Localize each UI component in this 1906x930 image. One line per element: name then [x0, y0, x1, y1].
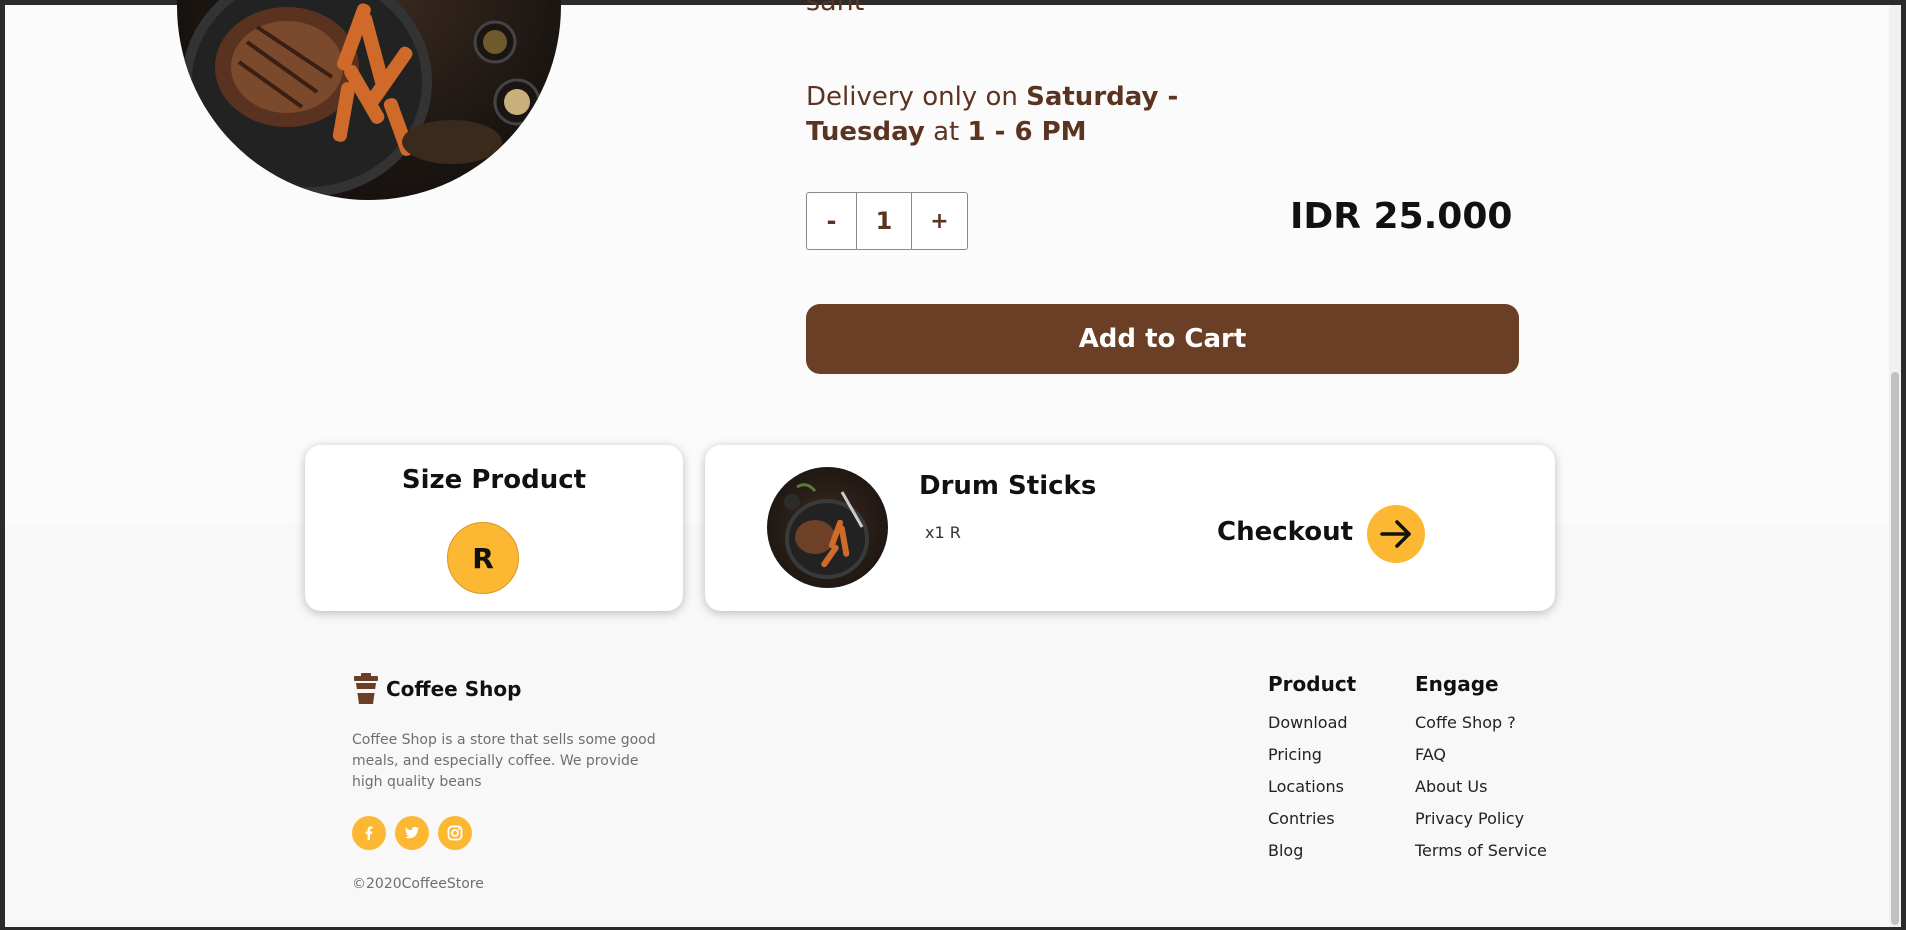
twitter-link[interactable] [395, 816, 429, 850]
increase-quantity-button[interactable]: + [912, 192, 968, 250]
footer-brand[interactable]: Coffee Shop [352, 673, 521, 705]
coffee-cup-icon [354, 673, 378, 704]
size-option-chip[interactable]: R [447, 522, 519, 594]
footer-link-privacy-policy[interactable]: Privacy Policy [1415, 803, 1547, 835]
footer-link-contries[interactable]: Contries [1268, 803, 1356, 835]
footer-link-faq[interactable]: FAQ [1415, 739, 1547, 771]
cart-item-thumbnail [767, 467, 888, 588]
delivery-mid: at [924, 117, 968, 147]
facebook-link[interactable] [352, 816, 386, 850]
facebook-icon [365, 826, 373, 840]
footer-description: Coffee Shop is a store that sells some g… [352, 732, 656, 790]
add-to-cart-button[interactable]: Add to Cart [806, 304, 1519, 374]
footer-link-download[interactable]: Download [1268, 707, 1356, 739]
footer-engage-heading: Engage [1415, 672, 1499, 696]
checkout-button[interactable] [1367, 505, 1425, 563]
footer-link-terms-of-service[interactable]: Terms of Service [1415, 835, 1547, 867]
quantity-value[interactable]: 1 [857, 192, 912, 250]
product-subtitle-cut: sant [806, 0, 865, 17]
copyright-text: ©2020CoffeeStore [352, 876, 484, 892]
delivery-hours: 1 - 6 PM [967, 117, 1087, 147]
cart-item-quantity: x1 R [925, 523, 961, 542]
scrollbar-thumb[interactable] [1891, 372, 1899, 925]
footer-link-locations[interactable]: Locations [1268, 771, 1356, 803]
footer-engage-column: Engage Coffe Shop ? FAQ About Us Privacy… [1415, 672, 1547, 867]
instagram-icon [447, 825, 463, 841]
product-image [177, 0, 561, 200]
size-product-card: Size Product R [305, 445, 683, 611]
arrow-right-icon [1380, 520, 1411, 548]
product-price: IDR 25.000 [1290, 196, 1513, 237]
cart-item-name: Drum Sticks [919, 471, 1097, 501]
footer-link-pricing[interactable]: Pricing [1268, 739, 1356, 771]
size-card-title: Size Product [401, 465, 587, 495]
checkout-label[interactable]: Checkout [1217, 517, 1353, 547]
instagram-link[interactable] [438, 816, 472, 850]
checkout-card: Drum Sticks x1 R Checkout [705, 445, 1555, 611]
social-links [352, 816, 472, 850]
footer-brand-name: Coffee Shop [386, 677, 522, 701]
quantity-stepper: - 1 + [806, 192, 968, 250]
footer-product-column: Product Download Pricing Locations Contr… [1268, 672, 1356, 867]
decrease-quantity-button[interactable]: - [806, 192, 857, 250]
twitter-icon [405, 826, 419, 839]
footer-link-coffe-shop[interactable]: Coffe Shop ? [1415, 707, 1547, 739]
footer-link-about-us[interactable]: About Us [1415, 771, 1547, 803]
delivery-info: Delivery only on Saturday - Tuesday at 1… [806, 80, 1186, 150]
footer-link-blog[interactable]: Blog [1268, 835, 1356, 867]
footer-product-heading: Product [1268, 672, 1357, 696]
delivery-prefix: Delivery only on [806, 82, 1027, 112]
window-frame-right [1901, 0, 1906, 930]
